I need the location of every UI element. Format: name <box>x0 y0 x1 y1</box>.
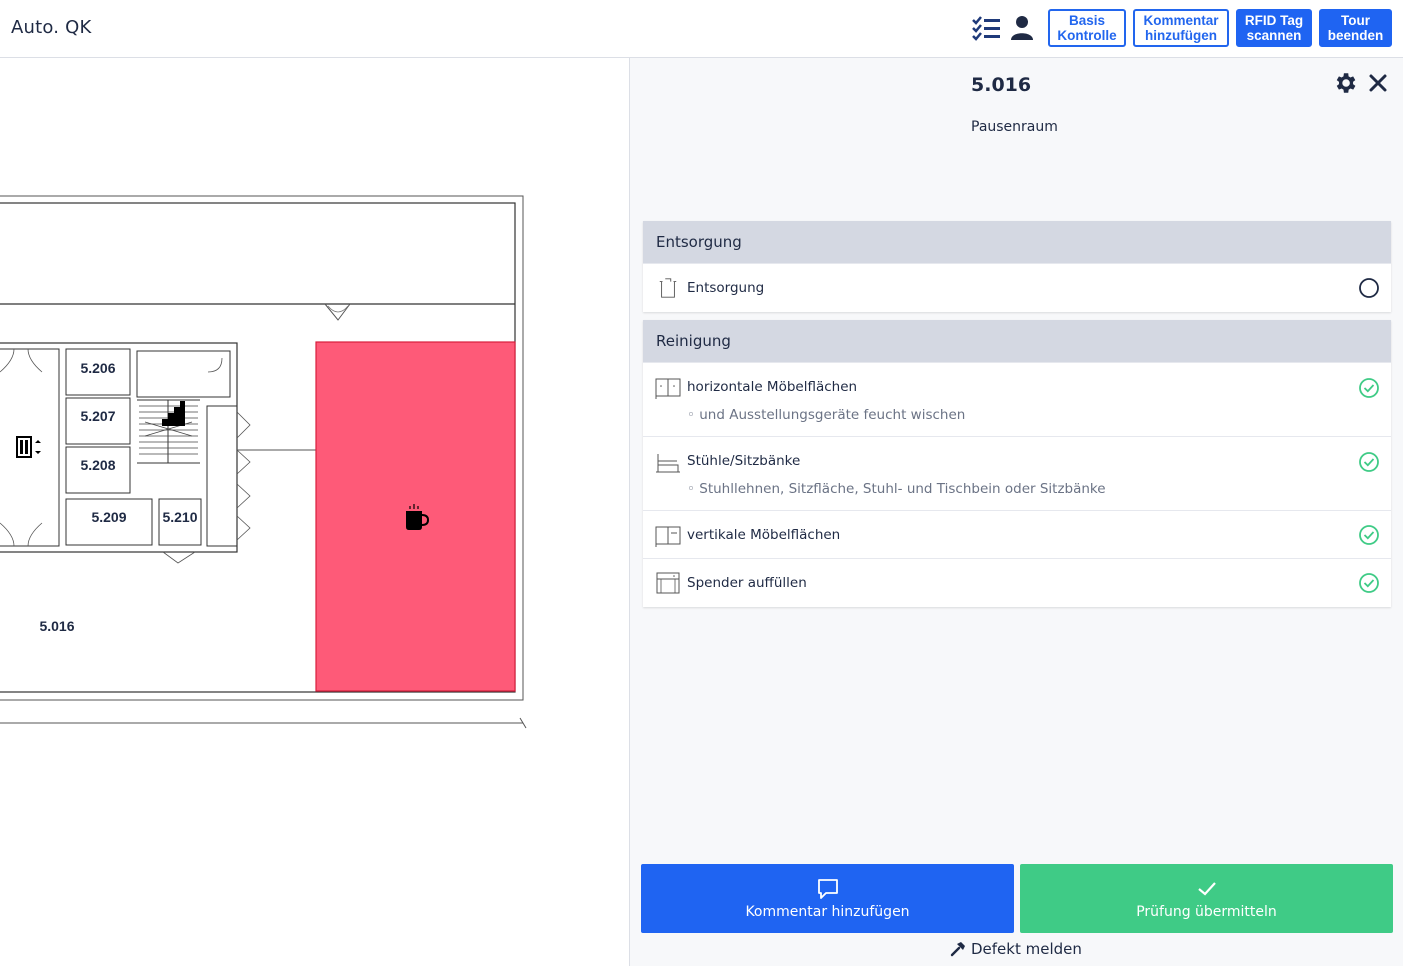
app-title: Auto. QK <box>11 17 92 38</box>
checklist-icon[interactable] <box>971 14 1001 42</box>
status-done-icon[interactable] <box>1358 377 1380 399</box>
dispenser-icon <box>656 572 680 594</box>
task-label: Stühle/Sitzbänke <box>687 453 801 469</box>
task-row-dispenser[interactable]: Spender auffüllen <box>643 558 1391 607</box>
room-name: Pausenraum <box>971 119 1058 135</box>
section-entsorgung: Entsorgung Entsorgung <box>643 221 1391 312</box>
add-comment-top-button[interactable]: Kommentar hinzufügen <box>1133 9 1229 47</box>
bench-icon <box>656 454 680 473</box>
task-row-chairs[interactable]: Stühle/Sitzbänke ◦ Stuhllehnen, Sitzfläc… <box>643 436 1391 510</box>
status-done-icon[interactable] <box>1358 524 1380 546</box>
room-label-5208[interactable]: 5.208 <box>80 457 115 473</box>
room-label-5209[interactable]: 5.209 <box>91 509 126 525</box>
task-label: Spender auffüllen <box>687 575 807 591</box>
task-label: Entsorgung <box>687 280 765 296</box>
bin-icon <box>659 278 677 298</box>
submit-inspection-button[interactable]: Prüfung übermitteln <box>1020 864 1393 933</box>
basis-kontrolle-button[interactable]: Basis Kontrolle <box>1048 9 1126 47</box>
section-header: Reinigung <box>643 320 1391 362</box>
cabinet-icon <box>655 378 681 399</box>
scan-rfid-button[interactable]: RFID Tag scannen <box>1236 9 1312 47</box>
task-description: ◦ Stuhllehnen, Sitzfläche, Stuhl- und Ti… <box>687 481 1106 497</box>
task-row-entsorgung[interactable]: Entsorgung <box>643 263 1391 312</box>
room-label-5206[interactable]: 5.206 <box>80 360 115 376</box>
status-done-icon[interactable] <box>1358 451 1380 473</box>
room-detail-panel: 5.016 Pausenraum Entsorgung Entsorgung R… <box>629 58 1403 966</box>
top-bar: Auto. QK Basis Kontrolle Kommentar hinzu… <box>0 0 1403 58</box>
task-label: vertikale Möbelflächen <box>687 527 841 543</box>
status-open-icon[interactable] <box>1358 277 1380 299</box>
room-label-current[interactable]: 5.016 <box>39 618 74 634</box>
room-label-5207[interactable]: 5.207 <box>80 408 115 424</box>
room-label-5210[interactable]: 5.210 <box>162 509 197 525</box>
task-row-horizontal-surfaces[interactable]: horizontale Möbelflächen ◦ und Ausstellu… <box>643 362 1391 436</box>
close-icon[interactable] <box>1367 72 1389 94</box>
comment-icon <box>817 878 838 899</box>
section-header: Entsorgung <box>643 221 1391 263</box>
room-number: 5.016 <box>971 74 1032 96</box>
task-label: horizontale Möbelflächen <box>687 379 858 395</box>
hammer-icon <box>950 942 965 957</box>
floorplan-drawing: 5.206 5.207 5.208 5.209 5.210 5.016 <box>0 195 527 729</box>
task-row-vertical-surfaces[interactable]: vertikale Möbelflächen <box>643 510 1391 558</box>
section-reinigung: Reinigung horizontale Möbelflächen ◦ und… <box>643 320 1391 607</box>
stairs-icon <box>162 401 185 426</box>
task-description: ◦ und Ausstellungsgeräte feucht wischen <box>687 407 966 423</box>
elevator-icon <box>16 436 41 458</box>
floorplan-map[interactable]: 5.206 5.207 5.208 5.209 5.210 5.016 <box>0 58 629 966</box>
check-icon <box>1197 881 1216 896</box>
end-tour-button[interactable]: Tour beenden <box>1319 9 1392 47</box>
gear-icon[interactable] <box>1332 70 1358 96</box>
add-comment-button[interactable]: Kommentar hinzufügen <box>641 864 1014 933</box>
user-icon[interactable] <box>1007 14 1037 42</box>
status-done-icon[interactable] <box>1358 572 1380 594</box>
cabinet-icon <box>655 526 681 547</box>
report-defect-link[interactable]: Defekt melden <box>950 940 1082 958</box>
